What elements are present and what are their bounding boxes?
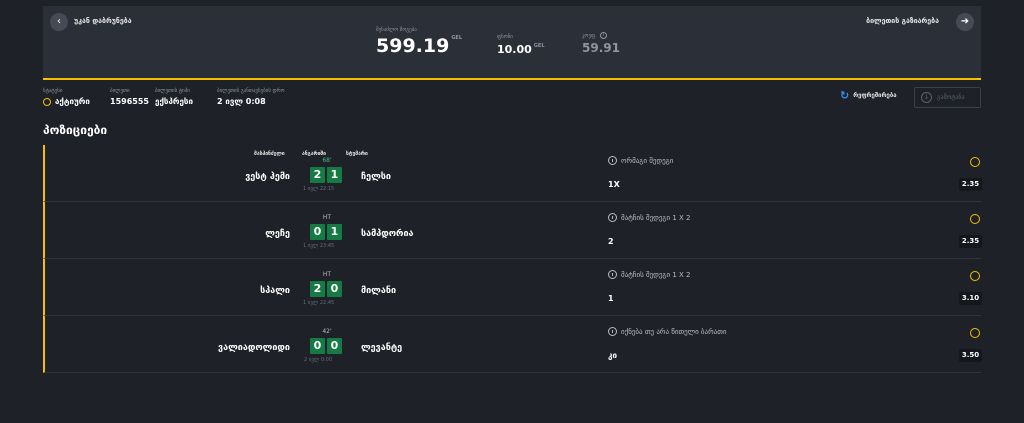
refresh-label: რეფრეშირება	[853, 92, 897, 99]
home-team: ლეჩე	[265, 229, 290, 239]
score: 0 0	[310, 338, 342, 354]
ticket-type-meta: ბილეთის ტიპი ექსპრესი	[155, 88, 193, 106]
pick: 1	[608, 294, 614, 303]
pending-status-icon	[970, 328, 980, 338]
away-score: 0	[327, 338, 342, 354]
column-away: სტუმარი	[346, 151, 368, 157]
column-home: მასპინძელი	[254, 151, 285, 157]
odds-value: 59.91	[582, 41, 620, 55]
column-score: ანგარიში	[302, 151, 327, 157]
away-score: 1	[327, 167, 342, 183]
away-team: მილანი	[361, 286, 397, 296]
type-label: ბილეთის ტიპი	[155, 88, 190, 94]
away-team: ლევანტე	[361, 343, 403, 353]
event-row[interactable]: HT ლეჩე 0 1 სამპდორია 1 ივლ 23:45 მატჩის…	[43, 202, 982, 259]
possible-win-value: 599.19	[376, 35, 450, 57]
pick-odds: 2.35	[959, 178, 982, 191]
ticket-label: ბილეთი	[110, 88, 130, 94]
match-minute: HT	[322, 214, 332, 221]
pick: კი	[608, 351, 617, 360]
placed-label: ბილეთის განთავსების დრო	[217, 88, 285, 94]
score: 2 0	[310, 281, 342, 297]
away-team: სამპდორია	[361, 229, 414, 239]
refresh-button[interactable]: ↻ რეფრეშირება	[840, 90, 897, 101]
status-label: სტატუსი	[43, 88, 63, 94]
odds-label: კოეფ.	[582, 33, 597, 39]
arrow-right-icon: ➜	[960, 16, 970, 27]
possible-win-currency: GEL	[451, 35, 463, 41]
pick: 1X	[608, 180, 620, 189]
back-label[interactable]: უკან დაბრუნება	[74, 17, 132, 25]
event-row[interactable]: HT სპალი 2 0 მილანი 1 ივლ 22:45 მატჩის შ…	[43, 259, 982, 316]
pending-status-icon	[970, 271, 980, 281]
pick: 2	[608, 237, 614, 246]
status-meta: სტატუსი აქტიური	[43, 88, 90, 106]
away-score: 1	[327, 224, 342, 240]
payout-button[interactable]: ↓ გამოტანა	[914, 87, 981, 108]
positions-title: პოზიციები	[43, 123, 108, 137]
kickoff-time: 1 ივლ 22:15	[303, 186, 335, 192]
placed-time-meta: ბილეთის განთავსების დრო 2 ივლ 0:08	[217, 88, 285, 106]
payout-label: გამოტანა	[937, 94, 965, 101]
placed-value: 2 ივლ 0:08	[217, 97, 266, 106]
home-team: ვალიადოლიდი	[218, 343, 290, 353]
market-name: მატჩის შედეგი 1 X 2	[621, 270, 691, 279]
home-score: 0	[310, 224, 325, 240]
match-minute: HT	[322, 271, 332, 278]
pick-odds: 2.35	[959, 235, 982, 248]
match-minute: 42'	[322, 328, 332, 335]
info-icon[interactable]: i	[599, 32, 607, 39]
market-name: იქნება თუ არა წითელი ბარათი	[621, 327, 727, 336]
total-odds: კოეფ. i 59.91	[582, 32, 620, 55]
match-minute: 68'	[322, 157, 332, 164]
home-team: სპალი	[260, 286, 290, 296]
stake-currency: GEL	[533, 43, 545, 49]
ticket-header: ‹ უკან დაბრუნება შესაძლო მოგება 599.19 GE…	[43, 6, 981, 80]
back-button[interactable]: ‹	[50, 13, 68, 31]
pending-status-icon	[970, 214, 980, 224]
stopwatch-icon	[608, 270, 617, 279]
status-ring-icon	[43, 97, 51, 106]
home-score: 2	[310, 281, 325, 297]
possible-win-label: შესაძლო მოგება	[376, 27, 417, 33]
event-row[interactable]: 68' ვესტ ჰემი 2 1 ჩელსი 1 ივლ 22:15 ორმა…	[43, 145, 982, 202]
kickoff-time: 2 ივლ 0:00	[303, 357, 333, 363]
score: 2 1	[310, 167, 342, 183]
share-button[interactable]: ➜	[956, 13, 974, 31]
stopwatch-icon	[608, 156, 617, 165]
refresh-icon: ↻	[840, 89, 850, 102]
possible-win: შესაძლო მოგება 599.19 GEL	[376, 27, 462, 57]
kickoff-time: 1 ივლ 22:45	[303, 300, 335, 306]
away-score: 0	[327, 281, 342, 297]
ticket-value: 1596555	[110, 97, 149, 106]
ticket-number-meta: ბილეთი 1596555	[110, 88, 149, 106]
arrow-left-icon: ‹	[57, 16, 61, 27]
home-score: 0	[310, 338, 325, 354]
market-name: ორმაგი შედეგი	[621, 156, 674, 165]
score: 0 1	[310, 224, 342, 240]
home-score: 2	[310, 167, 325, 183]
stake-label: ფსონი	[497, 34, 513, 40]
stopwatch-icon	[608, 327, 617, 336]
share-label[interactable]: ბილეთის გაზიარება	[866, 17, 939, 25]
pick-odds: 3.50	[959, 349, 982, 362]
away-team: ჩელსი	[361, 172, 391, 182]
type-value: ექსპრესი	[155, 97, 193, 106]
pick-odds: 3.10	[959, 292, 982, 305]
market-name: მატჩის შედეგი 1 X 2	[621, 213, 691, 222]
stopwatch-icon	[608, 213, 617, 222]
status-value: აქტიური	[55, 97, 90, 106]
download-icon: ↓	[921, 92, 932, 103]
kickoff-time: 1 ივლ 23:45	[303, 243, 335, 249]
pending-status-icon	[970, 157, 980, 167]
stake: ფსონი 10.00 GEL	[497, 34, 545, 56]
event-row[interactable]: 42' ვალიადოლიდი 0 0 ლევანტე 2 ივლ 0:00 ი…	[43, 316, 982, 373]
stake-value: 10.00	[497, 43, 532, 56]
home-team: ვესტ ჰემი	[245, 172, 290, 182]
